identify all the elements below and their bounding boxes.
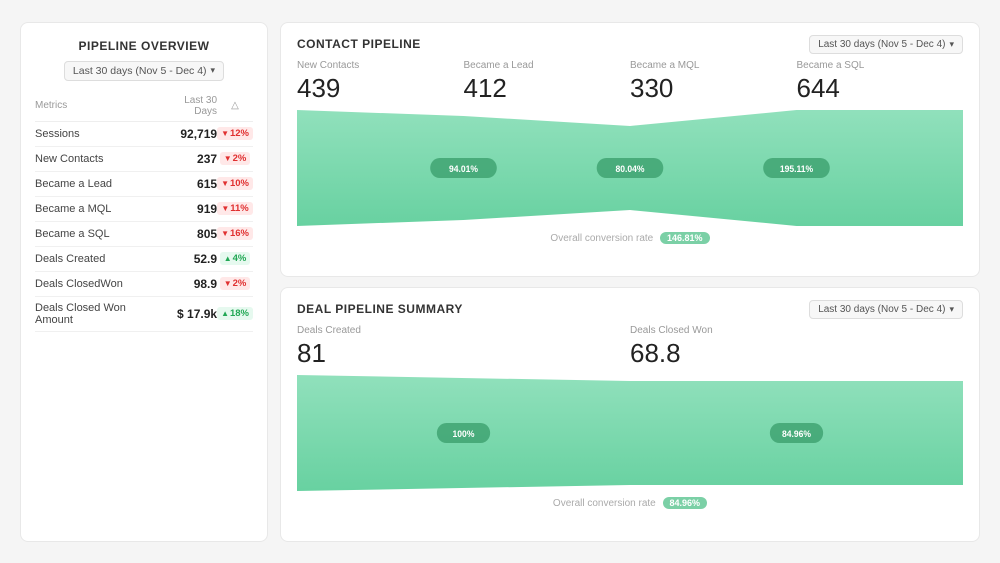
change-badge: ▼2% bbox=[220, 152, 251, 165]
contact-funnel: 94.01% 80.04% 195.11% bbox=[297, 108, 963, 228]
metric-label: Became a SQL bbox=[797, 60, 964, 71]
table-row: Deals ClosedWon 98.9 ▼2% bbox=[35, 271, 253, 296]
table-row: Deals Created 52.9 ▲4% bbox=[35, 246, 253, 271]
left-panel-date-filter[interactable]: Last 30 days (Nov 5 - Dec 4) ▾ bbox=[64, 61, 224, 81]
metric-value: 81 bbox=[297, 338, 630, 369]
svg-text:100%: 100% bbox=[453, 428, 475, 438]
chart-metric: Became a SQL 644 bbox=[797, 60, 964, 104]
chevron-down-icon: ▾ bbox=[949, 304, 954, 315]
metric-label: New Contacts bbox=[297, 60, 464, 71]
contact-overall-rate-badge: 146.81% bbox=[660, 232, 710, 244]
metric-label: Deals Created bbox=[35, 246, 160, 271]
change-badge: ▼12% bbox=[217, 127, 253, 140]
deal-pipeline-card: DEAL PIPELINE SUMMARY Last 30 days (Nov … bbox=[280, 287, 980, 542]
metric-change: ▼11% bbox=[217, 196, 253, 221]
chart-metric: New Contacts 439 bbox=[297, 60, 464, 104]
svg-text:195.11%: 195.11% bbox=[780, 163, 813, 173]
metric-value: 412 bbox=[464, 73, 631, 104]
metric-label: Sessions bbox=[35, 121, 160, 146]
contact-pipeline-title: CONTACT PIPELINE bbox=[297, 37, 421, 51]
metric-label: Became a Lead bbox=[35, 171, 160, 196]
contact-pipeline-metrics: New Contacts 439 Became a Lead 412 Becam… bbox=[297, 60, 963, 104]
metric-value: 615 bbox=[160, 171, 217, 196]
metric-change: ▼2% bbox=[217, 271, 253, 296]
dashboard: PIPELINE OVERVIEW Last 30 days (Nov 5 - … bbox=[10, 12, 990, 552]
metric-label: Deals Closed Won bbox=[630, 325, 963, 336]
pipeline-overview-title: PIPELINE OVERVIEW bbox=[35, 39, 253, 53]
svg-text:80.04%: 80.04% bbox=[616, 163, 645, 173]
table-row: New Contacts 237 ▼2% bbox=[35, 146, 253, 171]
contact-pipeline-card: CONTACT PIPELINE Last 30 days (Nov 5 - D… bbox=[280, 22, 980, 277]
svg-text:84.96%: 84.96% bbox=[782, 428, 811, 438]
metric-change: ▼16% bbox=[217, 221, 253, 246]
right-panel: CONTACT PIPELINE Last 30 days (Nov 5 - D… bbox=[280, 22, 980, 542]
metric-label: Became a Lead bbox=[464, 60, 631, 71]
svg-text:94.01%: 94.01% bbox=[449, 163, 478, 173]
metric-value: 52.9 bbox=[160, 246, 217, 271]
change-badge: ▼10% bbox=[217, 177, 253, 190]
col-header-metrics: Metrics bbox=[35, 95, 160, 122]
chevron-down-icon: ▾ bbox=[949, 39, 954, 50]
col-header-last30: Last 30 Days bbox=[160, 95, 217, 122]
metric-change: ▲4% bbox=[217, 246, 253, 271]
deal-pipeline-title: DEAL PIPELINE SUMMARY bbox=[297, 302, 463, 316]
metric-change: ▼2% bbox=[217, 146, 253, 171]
contact-overall-rate: Overall conversion rate 146.81% bbox=[297, 232, 963, 244]
metric-value: 805 bbox=[160, 221, 217, 246]
table-row: Became a SQL 805 ▼16% bbox=[35, 221, 253, 246]
metric-label: Deals Created bbox=[297, 325, 630, 336]
table-row: Sessions 92,719 ▼12% bbox=[35, 121, 253, 146]
metric-label: Became a MQL bbox=[630, 60, 797, 71]
metric-value: 98.9 bbox=[160, 271, 217, 296]
metric-label: Became a MQL bbox=[35, 196, 160, 221]
table-row: Became a MQL 919 ▼11% bbox=[35, 196, 253, 221]
chart-metric: Became a Lead 412 bbox=[464, 60, 631, 104]
metric-change: ▼12% bbox=[217, 121, 253, 146]
change-badge: ▲4% bbox=[220, 252, 251, 265]
metric-value: 919 bbox=[160, 196, 217, 221]
change-badge: ▲18% bbox=[217, 307, 253, 320]
metric-value: $ 17.9k bbox=[160, 296, 217, 331]
metric-change: ▲18% bbox=[217, 296, 253, 331]
deal-pipeline-date-filter[interactable]: Last 30 days (Nov 5 - Dec 4) ▾ bbox=[809, 300, 963, 319]
deal-pipeline-header: DEAL PIPELINE SUMMARY Last 30 days (Nov … bbox=[297, 300, 963, 319]
metrics-table: Metrics Last 30 Days △ Sessions 92,719 ▼… bbox=[35, 95, 253, 332]
metric-label: Deals Closed Won Amount bbox=[35, 296, 160, 331]
metric-value: 92,719 bbox=[160, 121, 217, 146]
metric-label: New Contacts bbox=[35, 146, 160, 171]
chart-metric: Deals Created 81 bbox=[297, 325, 630, 369]
chart-metric: Became a MQL 330 bbox=[630, 60, 797, 104]
contact-pipeline-date-filter[interactable]: Last 30 days (Nov 5 - Dec 4) ▾ bbox=[809, 35, 963, 54]
metric-value: 330 bbox=[630, 73, 797, 104]
change-badge: ▼2% bbox=[220, 277, 251, 290]
col-header-delta: △ bbox=[217, 95, 253, 122]
metric-label: Became a SQL bbox=[35, 221, 160, 246]
chevron-down-icon: ▾ bbox=[211, 65, 216, 76]
table-row: Became a Lead 615 ▼10% bbox=[35, 171, 253, 196]
deal-pipeline-metrics: Deals Created 81 Deals Closed Won 68.8 bbox=[297, 325, 963, 369]
metric-value: 644 bbox=[797, 73, 964, 104]
table-row: Deals Closed Won Amount $ 17.9k ▲18% bbox=[35, 296, 253, 331]
contact-pipeline-header: CONTACT PIPELINE Last 30 days (Nov 5 - D… bbox=[297, 35, 963, 54]
deal-overall-rate: Overall conversion rate 84.96% bbox=[297, 497, 963, 509]
left-panel: PIPELINE OVERVIEW Last 30 days (Nov 5 - … bbox=[20, 22, 268, 542]
metric-change: ▼10% bbox=[217, 171, 253, 196]
metric-value: 68.8 bbox=[630, 338, 963, 369]
metric-value: 237 bbox=[160, 146, 217, 171]
change-badge: ▼16% bbox=[217, 227, 253, 240]
change-badge: ▼11% bbox=[217, 202, 252, 215]
deal-funnel: 100% 84.96% bbox=[297, 373, 963, 493]
deal-overall-rate-badge: 84.96% bbox=[663, 497, 708, 509]
metric-label: Deals ClosedWon bbox=[35, 271, 160, 296]
metric-value: 439 bbox=[297, 73, 464, 104]
chart-metric: Deals Closed Won 68.8 bbox=[630, 325, 963, 369]
